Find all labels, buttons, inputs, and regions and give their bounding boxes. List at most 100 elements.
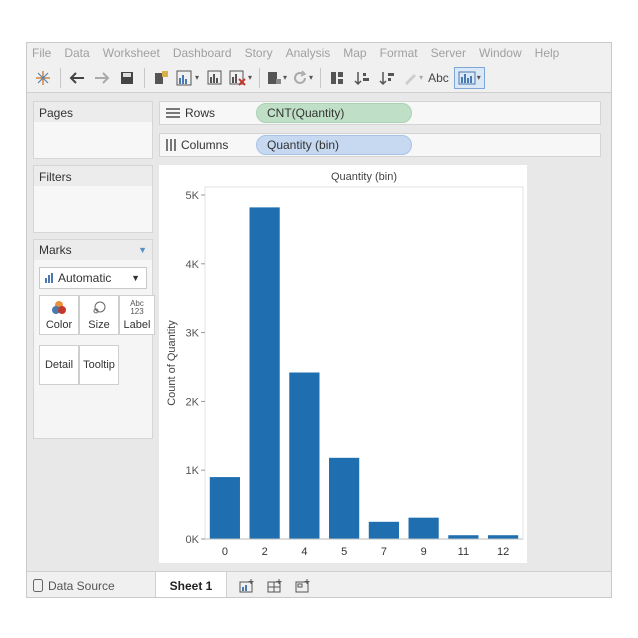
clear-sheet-icon[interactable]: ▾ bbox=[229, 67, 252, 89]
rows-label: Rows bbox=[185, 106, 216, 120]
new-worksheet-tab-icon[interactable] bbox=[239, 578, 255, 593]
detail-card-label: Detail bbox=[44, 359, 74, 371]
bar-4[interactable] bbox=[289, 372, 320, 539]
bar-2[interactable] bbox=[249, 207, 280, 539]
database-icon bbox=[33, 579, 43, 592]
bar-11[interactable] bbox=[448, 535, 479, 539]
menu-window[interactable]: Window bbox=[479, 46, 522, 60]
swap-icon[interactable] bbox=[327, 67, 347, 89]
save-icon[interactable] bbox=[117, 67, 137, 89]
menu-format[interactable]: Format bbox=[380, 46, 418, 60]
columns-shelf[interactable]: Columns Quantity (bin) bbox=[159, 133, 601, 157]
tableau-logo-icon[interactable] bbox=[33, 67, 53, 89]
x-tick-label: 4 bbox=[301, 546, 307, 558]
tooltip-card[interactable]: Tooltip bbox=[79, 345, 119, 385]
y-tick-label: 1K bbox=[186, 465, 200, 477]
bar-mark-icon bbox=[45, 273, 53, 283]
show-me-icon[interactable]: ▾ bbox=[453, 66, 485, 89]
color-card[interactable]: Color bbox=[39, 295, 79, 335]
columns-shelf-label-wrap: Columns bbox=[160, 138, 256, 152]
worksheet-view[interactable]: Quantity (bin) Count of Quantity 0K 1K 2K 3K 4… bbox=[159, 165, 527, 563]
y-tick-label: 5K bbox=[186, 190, 200, 202]
show-mark-labels-button[interactable]: Abc bbox=[428, 67, 449, 89]
x-tick-label: 0 bbox=[222, 546, 228, 558]
bar-9[interactable] bbox=[408, 517, 439, 539]
sheet-1-tab[interactable]: Sheet 1 bbox=[155, 571, 227, 597]
columns-pill-quantity-bin[interactable]: Quantity (bin) bbox=[256, 135, 412, 155]
tableau-window: File Data Worksheet Dashboard Story Anal… bbox=[26, 42, 612, 598]
data-source-tab[interactable]: Data Source bbox=[27, 579, 155, 593]
label-abc-icon: Abc 123 bbox=[130, 299, 144, 316]
marks-title-bar: Marks ▼ bbox=[34, 240, 152, 260]
menu-help[interactable]: Help bbox=[535, 46, 560, 60]
menu-server[interactable]: Server bbox=[431, 46, 466, 60]
sort-ascending-icon[interactable] bbox=[352, 67, 372, 89]
toolbar-separator bbox=[259, 67, 261, 88]
label-card-label: Label bbox=[123, 319, 151, 331]
redo-icon[interactable] bbox=[92, 67, 112, 89]
menu-analysis[interactable]: Analysis bbox=[286, 46, 331, 60]
menu-worksheet[interactable]: Worksheet bbox=[103, 46, 160, 60]
x-tick-label: 7 bbox=[381, 546, 387, 558]
label-card[interactable]: Abc 123 Label bbox=[119, 295, 155, 335]
menu-map[interactable]: Map bbox=[343, 46, 366, 60]
pages-pane[interactable]: Pages bbox=[33, 101, 153, 159]
new-data-source-icon[interactable] bbox=[151, 67, 171, 89]
toolbar-separator bbox=[60, 67, 61, 88]
size-icon bbox=[91, 299, 107, 317]
filters-title: Filters bbox=[34, 166, 152, 186]
new-dashboard-tab-icon[interactable] bbox=[267, 578, 283, 593]
menu-story[interactable]: Story bbox=[245, 46, 273, 60]
group-icon[interactable]: ▾ bbox=[266, 67, 287, 89]
mark-type-value: Automatic bbox=[58, 271, 112, 285]
rows-icon bbox=[166, 108, 180, 118]
new-story-tab-icon[interactable] bbox=[295, 578, 311, 593]
sort-descending-icon[interactable] bbox=[377, 67, 397, 89]
bar-7[interactable] bbox=[368, 521, 399, 539]
rows-shelf-label-wrap: Rows bbox=[160, 106, 256, 120]
y-tick-label: 2K bbox=[186, 396, 200, 408]
y-tick-label: 0K bbox=[186, 534, 200, 546]
pages-drop-area[interactable] bbox=[34, 122, 152, 158]
x-tick-label: 2 bbox=[262, 546, 268, 558]
size-card-label: Size bbox=[88, 319, 110, 331]
bar-5[interactable] bbox=[329, 457, 360, 539]
toolbar-separator bbox=[320, 67, 322, 88]
duplicate-sheet-icon[interactable] bbox=[204, 67, 224, 89]
undo-icon[interactable] bbox=[67, 67, 87, 89]
columns-icon bbox=[166, 139, 176, 151]
rows-pill-cnt-quantity[interactable]: CNT(Quantity) bbox=[256, 103, 412, 123]
sheet-1-tab-label: Sheet 1 bbox=[169, 578, 213, 593]
marks-menu-arrow-icon[interactable]: ▼ bbox=[138, 245, 147, 255]
size-card[interactable]: Size bbox=[79, 295, 119, 335]
sheet-tab-bar: Data Source Sheet 1 bbox=[27, 571, 611, 597]
filters-pane[interactable]: Filters bbox=[33, 165, 153, 233]
marks-pane: Marks ▼ Automatic ▼ Color Size Abc 123 L… bbox=[33, 239, 155, 439]
columns-label: Columns bbox=[181, 138, 229, 152]
bar-12[interactable] bbox=[488, 535, 519, 539]
data-source-tab-label: Data Source bbox=[48, 578, 115, 593]
bar-0[interactable] bbox=[209, 477, 240, 539]
menu-dashboard[interactable]: Dashboard bbox=[173, 46, 232, 60]
menu-data[interactable]: Data bbox=[64, 46, 89, 60]
toolbar: ▾ ▾ ▾ ▾ ▾ Abc ▾ bbox=[27, 63, 611, 93]
detail-card[interactable]: Detail bbox=[39, 345, 79, 385]
x-tick-label: 5 bbox=[341, 546, 347, 558]
refresh-icon[interactable]: ▾ bbox=[292, 67, 313, 89]
pages-title: Pages bbox=[34, 102, 152, 122]
color-card-label: Color bbox=[45, 319, 73, 331]
new-worksheet-icon[interactable]: ▾ bbox=[176, 67, 199, 89]
marks-title: Marks bbox=[39, 243, 72, 257]
menu-file[interactable]: File bbox=[32, 46, 51, 60]
bar-chart[interactable]: Quantity (bin) Count of Quantity 0K 1K 2K 3K 4… bbox=[159, 165, 527, 563]
mark-type-dropdown[interactable]: Automatic ▼ bbox=[39, 267, 147, 289]
menu-bar: File Data Worksheet Dashboard Story Anal… bbox=[27, 43, 611, 63]
x-tick-label: 11 bbox=[458, 546, 469, 558]
x-tick-label: 9 bbox=[421, 546, 427, 558]
highlight-icon[interactable]: ▾ bbox=[402, 67, 423, 89]
rows-shelf[interactable]: Rows CNT(Quantity) bbox=[159, 101, 601, 125]
tooltip-card-label: Tooltip bbox=[83, 359, 115, 371]
y-tick-label: 4K bbox=[186, 259, 200, 271]
chevron-down-icon: ▼ bbox=[131, 273, 140, 283]
filters-drop-area[interactable] bbox=[34, 186, 152, 232]
